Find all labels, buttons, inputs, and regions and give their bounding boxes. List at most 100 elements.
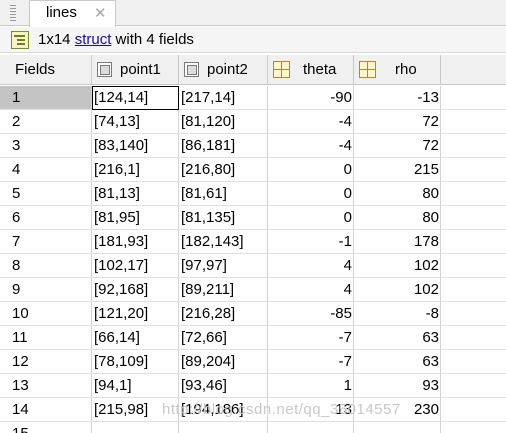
rho-cell[interactable]: 230 — [354, 398, 441, 422]
theta-cell[interactable]: -4 — [268, 134, 354, 158]
point2-cell[interactable]: [216,80] — [179, 158, 268, 182]
row-index-cell[interactable]: 1 — [0, 86, 92, 110]
column-header-empty — [441, 55, 506, 85]
point2-cell[interactable] — [179, 422, 268, 433]
row-index-cell[interactable]: 12 — [0, 350, 92, 374]
point1-cell[interactable]: [66,14] — [92, 326, 179, 350]
row-index-cell[interactable]: 8 — [0, 254, 92, 278]
point2-cell[interactable]: [81,61] — [179, 182, 268, 206]
column-header-rho[interactable]: rho — [354, 55, 441, 85]
empty-cell — [441, 206, 506, 230]
fields-header[interactable]: Fields — [0, 55, 92, 85]
theta-cell[interactable]: -4 — [268, 110, 354, 134]
point1-cell[interactable]: [215,98] — [92, 398, 179, 422]
row-index-cell[interactable]: 15 — [0, 422, 92, 433]
rho-cell[interactable]: 63 — [354, 350, 441, 374]
table-row: 3 [83,140] [86,181] -4 72 — [0, 134, 506, 158]
theta-cell[interactable]: -90 — [268, 86, 354, 110]
point1-cell[interactable]: [181,93] — [92, 230, 179, 254]
rho-cell[interactable]: 72 — [354, 134, 441, 158]
tab-lines[interactable]: lines ✕ — [29, 0, 116, 27]
point2-cell[interactable]: [81,135] — [179, 206, 268, 230]
struct-link[interactable]: struct — [75, 31, 112, 48]
row-index-cell[interactable]: 5 — [0, 182, 92, 206]
point2-cell[interactable]: [97,97] — [179, 254, 268, 278]
row-index-cell[interactable]: 11 — [0, 326, 92, 350]
variable-summary: 1x14 struct with 4 fields — [38, 31, 194, 48]
theta-cell[interactable]: -7 — [268, 350, 354, 374]
point1-cell[interactable]: [83,140] — [92, 134, 179, 158]
row-index-cell[interactable]: 3 — [0, 134, 92, 158]
point2-cell[interactable]: [217,14] — [179, 86, 268, 110]
rho-cell[interactable]: -8 — [354, 302, 441, 326]
column-header-point2[interactable]: point2 — [179, 55, 268, 85]
tab-grip-icon[interactable] — [10, 5, 16, 21]
close-icon[interactable]: ✕ — [94, 4, 107, 22]
column-header-label: point1 — [120, 61, 161, 78]
empty-cell — [441, 422, 506, 433]
theta-cell[interactable] — [268, 422, 354, 433]
theta-cell[interactable]: 4 — [268, 254, 354, 278]
point1-cell[interactable]: [74,13] — [92, 110, 179, 134]
point2-cell[interactable]: [216,28] — [179, 302, 268, 326]
point2-cell[interactable]: [72,66] — [179, 326, 268, 350]
point1-cell[interactable]: [121,20] — [92, 302, 179, 326]
rho-cell[interactable]: 80 — [354, 206, 441, 230]
theta-cell[interactable]: -7 — [268, 326, 354, 350]
rho-cell[interactable]: 80 — [354, 182, 441, 206]
row-index-cell[interactable]: 6 — [0, 206, 92, 230]
row-index-cell[interactable]: 13 — [0, 374, 92, 398]
point1-cell[interactable]: [124,14] — [92, 86, 179, 110]
theta-cell[interactable]: 4 — [268, 278, 354, 302]
theta-cell[interactable]: 1 — [268, 374, 354, 398]
row-index-cell[interactable]: 10 — [0, 302, 92, 326]
rho-cell[interactable]: 102 — [354, 278, 441, 302]
point2-cell[interactable]: [182,143] — [179, 230, 268, 254]
table-row: 14 [215,98] [194,186] 13 230 — [0, 398, 506, 422]
point2-cell[interactable]: [89,211] — [179, 278, 268, 302]
point1-cell[interactable]: [216,1] — [92, 158, 179, 182]
point2-cell[interactable]: [93,46] — [179, 374, 268, 398]
cell-array-icon — [184, 62, 199, 77]
point1-cell[interactable]: [78,109] — [92, 350, 179, 374]
point1-cell[interactable]: [102,17] — [92, 254, 179, 278]
summary-fields: with 4 fields — [111, 31, 194, 48]
rho-cell[interactable]: 63 — [354, 326, 441, 350]
table-row: 1 [124,14] [217,14] -90 -13 — [0, 86, 506, 110]
rho-cell[interactable]: 102 — [354, 254, 441, 278]
rho-cell[interactable]: -13 — [354, 86, 441, 110]
point2-cell[interactable]: [86,181] — [179, 134, 268, 158]
empty-cell — [441, 158, 506, 182]
point2-cell[interactable]: [194,186] — [179, 398, 268, 422]
row-index-cell[interactable]: 2 — [0, 110, 92, 134]
point1-cell[interactable]: [92,168] — [92, 278, 179, 302]
rho-cell[interactable]: 93 — [354, 374, 441, 398]
theta-cell[interactable]: -1 — [268, 230, 354, 254]
empty-cell — [441, 110, 506, 134]
empty-cell — [441, 230, 506, 254]
row-index-cell[interactable]: 9 — [0, 278, 92, 302]
row-index-cell[interactable]: 7 — [0, 230, 92, 254]
point1-cell[interactable] — [92, 422, 179, 433]
rho-cell[interactable]: 215 — [354, 158, 441, 182]
rho-cell[interactable]: 72 — [354, 110, 441, 134]
rho-cell[interactable] — [354, 422, 441, 433]
theta-cell[interactable]: -85 — [268, 302, 354, 326]
point1-cell[interactable]: [94,1] — [92, 374, 179, 398]
rho-cell[interactable]: 178 — [354, 230, 441, 254]
document-tab-bar: lines ✕ — [0, 0, 506, 27]
point1-cell[interactable]: [81,95] — [92, 206, 179, 230]
table-row: 4 [216,1] [216,80] 0 215 — [0, 158, 506, 182]
theta-cell[interactable]: 0 — [268, 182, 354, 206]
theta-cell[interactable]: 13 — [268, 398, 354, 422]
point2-cell[interactable]: [89,204] — [179, 350, 268, 374]
row-index-cell[interactable]: 14 — [0, 398, 92, 422]
summary-size: 1x14 — [38, 31, 75, 48]
theta-cell[interactable]: 0 — [268, 158, 354, 182]
row-index-cell[interactable]: 4 — [0, 158, 92, 182]
theta-cell[interactable]: 0 — [268, 206, 354, 230]
point1-cell[interactable]: [81,13] — [92, 182, 179, 206]
column-header-theta[interactable]: theta — [268, 55, 354, 85]
column-header-point1[interactable]: point1 — [92, 55, 179, 85]
point2-cell[interactable]: [81,120] — [179, 110, 268, 134]
